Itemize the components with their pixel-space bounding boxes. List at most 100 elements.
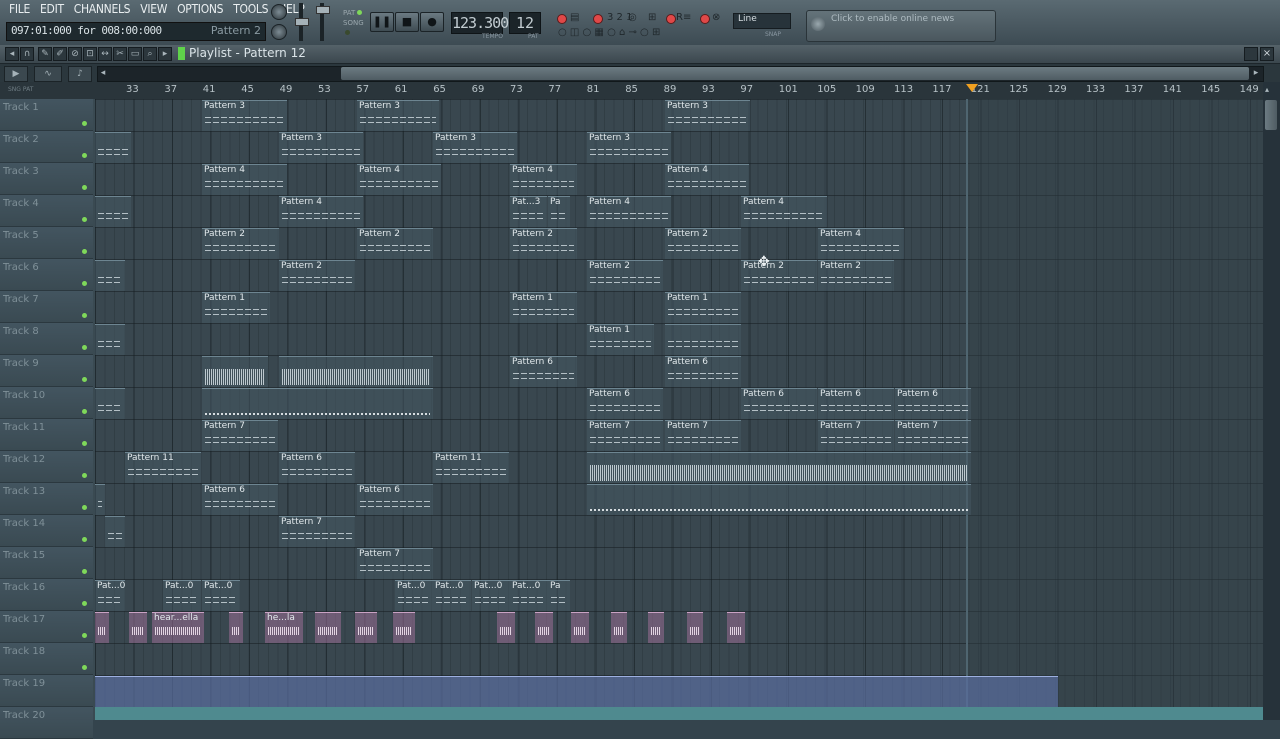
track-header[interactable]: Track 14 [0, 515, 93, 547]
playlist-title[interactable]: Playlist - Pattern 12 [189, 46, 306, 60]
pattern-clip[interactable]: Pattern 4 [202, 164, 287, 195]
track-header[interactable]: Track 13 [0, 483, 93, 515]
menu-file[interactable]: FILE [4, 0, 35, 18]
wait-icon[interactable]: ▤ [570, 12, 579, 23]
vertical-scroll-thumb[interactable] [1265, 100, 1277, 130]
track-mute-led-icon[interactable] [82, 249, 87, 254]
master-volume-slider[interactable] [295, 18, 309, 26]
scroll-right-arrow-icon[interactable]: ▸ [1250, 66, 1262, 80]
loop-record-led-icon[interactable] [666, 14, 676, 24]
track-mute-led-icon[interactable] [82, 633, 87, 638]
playback-tool-icon[interactable]: ▸ [158, 47, 172, 61]
pattern-clip[interactable]: Pattern 7 [587, 420, 663, 451]
pause-button[interactable]: ❚❚ [370, 12, 394, 32]
track-mute-led-icon[interactable] [82, 153, 87, 158]
audio-clip[interactable]: he...la [265, 612, 303, 643]
zoom-tool-icon[interactable]: ⌕ [143, 47, 157, 61]
pattern-clip[interactable]: Pattern 3 [587, 132, 671, 163]
track-mute-led-icon[interactable] [82, 601, 87, 606]
menu-tools[interactable]: TOOLS [228, 0, 273, 18]
pattern-clip[interactable]: Pa [548, 196, 570, 227]
pattern-clip[interactable]: Pattern 4 [587, 196, 671, 227]
playlist-pan-icon[interactable]: ∿ [34, 66, 62, 82]
pattern-clip[interactable]: Pattern 3 [202, 100, 287, 131]
pattern-clip[interactable]: Pattern 6 [357, 484, 433, 515]
blend-notes-led-icon[interactable] [700, 14, 710, 24]
audio-clip[interactable] [497, 612, 515, 643]
pattern-clip[interactable]: Pattern 7 [818, 420, 894, 451]
pattern-clip[interactable]: Pat...3 [510, 196, 547, 227]
pattern-clip[interactable] [95, 324, 125, 355]
pattern-clip[interactable]: Pattern 1 [665, 292, 741, 323]
track-header[interactable]: Track 9 [0, 355, 93, 387]
pattern-clip[interactable]: Pattern 7 [279, 516, 355, 547]
track-mute-led-icon[interactable] [82, 569, 87, 574]
stop-button[interactable]: ■ [395, 12, 419, 32]
track-header[interactable]: Track 19 [0, 675, 93, 707]
pattern-clip[interactable]: Pattern 6 [741, 388, 817, 419]
automation-clip[interactable] [95, 676, 1058, 707]
audio-clip[interactable] [727, 612, 745, 643]
track-header[interactable]: Track 8 [0, 323, 93, 355]
track-header[interactable]: Track 11 [0, 419, 93, 451]
track-mute-led-icon[interactable] [82, 441, 87, 446]
playlist-grid[interactable]: Pattern 3 Pattern 3 Pattern 3 Pattern 3 Patt… [95, 99, 1263, 720]
track-header[interactable]: Track 1 [0, 99, 93, 131]
pattern-clip[interactable]: Pattern 11 [125, 452, 201, 483]
audio-clip[interactable] [687, 612, 703, 643]
pattern-clip[interactable]: Pattern 6 [510, 356, 577, 387]
typing-keyboard-icon[interactable]: ◎ [628, 12, 637, 23]
menu-view[interactable]: VIEW [135, 0, 172, 18]
pattern-clip[interactable]: Pattern 4 [279, 196, 363, 227]
delete-tool-icon[interactable]: ⊘ [68, 47, 82, 61]
pattern-clip[interactable]: Pattern 1 [587, 324, 654, 355]
pattern-clip[interactable]: Pattern 6 [818, 388, 894, 419]
mute-tool-icon[interactable]: ⊡ [83, 47, 97, 61]
pattern-clip[interactable]: Pattern 6 [665, 356, 741, 387]
track-mute-led-icon[interactable] [82, 345, 87, 350]
online-news-panel[interactable]: Click to enable online news [806, 10, 996, 42]
track-header[interactable]: Track 7 [0, 291, 93, 323]
pattern-clip[interactable]: Pattern 4 [741, 196, 827, 227]
magnet-icon[interactable]: ∩ [20, 47, 34, 61]
track-mute-led-icon[interactable] [82, 473, 87, 478]
pattern-clip[interactable]: Pattern 3 [357, 100, 439, 131]
draw-tool-icon[interactable]: ✎ [38, 47, 52, 61]
audio-clip[interactable] [535, 612, 553, 643]
playlist-maximize-button[interactable] [1244, 47, 1258, 61]
pattern-clip[interactable]: Pattern 2 [587, 260, 663, 291]
tempo-display[interactable]: 123.300 [451, 12, 509, 34]
track-header[interactable]: Track 4 [0, 195, 93, 227]
pattern-clip[interactable]: Pattern 6 [279, 452, 355, 483]
pattern-clip[interactable]: Pattern 2 [818, 260, 894, 291]
track-header[interactable]: Track 2 [0, 131, 93, 163]
pattern-clip[interactable]: Pattern 2 [510, 228, 577, 259]
multilink-icon[interactable]: ⊗ [712, 12, 720, 23]
vertical-scrollbar[interactable] [1263, 82, 1280, 720]
pattern-clip[interactable] [95, 484, 105, 515]
song-end-marker-icon[interactable] [966, 84, 978, 92]
overdub-icon[interactable]: ⊞ [648, 12, 656, 23]
pattern-clip[interactable]: Pattern 4 [357, 164, 441, 195]
track-mute-led-icon[interactable] [82, 377, 87, 382]
pattern-clip[interactable]: Pattern 4 [510, 164, 577, 195]
menu-edit[interactable]: EDIT [35, 0, 69, 18]
playlist-options-icon[interactable]: ◂ [5, 47, 19, 61]
audio-clip[interactable] [315, 612, 341, 643]
pattern-clip[interactable] [587, 484, 971, 515]
pattern-clip[interactable]: Pattern 6 [895, 388, 971, 419]
bar-ruler[interactable]: 33 37 41 45 49 53 57 61 65 69 73 77 81 85 89 93 97 101 105… [95, 82, 1263, 100]
pattern-clip[interactable]: Pat...0 [95, 580, 125, 611]
pattern-clip[interactable]: Pattern 11 [433, 452, 509, 483]
track-mute-led-icon[interactable] [82, 313, 87, 318]
audio-clip[interactable] [229, 612, 243, 643]
pattern-number-display[interactable]: 12 [509, 12, 541, 34]
menu-channels[interactable]: CHANNELS [69, 0, 135, 18]
pattern-clip[interactable]: Pat...0 [472, 580, 510, 611]
pattern-clip[interactable]: Pat...0 [395, 580, 433, 611]
pattern-clip[interactable]: Pattern 7 [895, 420, 971, 451]
pattern-clip[interactable]: Pattern 7 [357, 548, 433, 579]
track-mute-led-icon[interactable] [82, 665, 87, 670]
audio-clip[interactable] [95, 612, 109, 643]
track-mute-led-icon[interactable] [82, 409, 87, 414]
